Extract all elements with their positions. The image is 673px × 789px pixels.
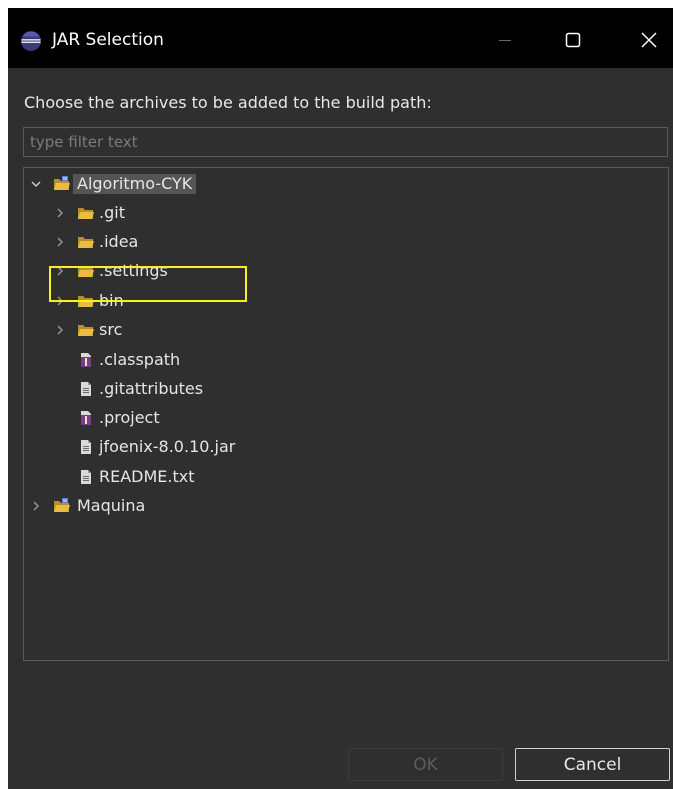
tree-node-maquina[interactable]: Maquina xyxy=(24,493,664,519)
xml-file-icon xyxy=(77,352,95,368)
file-tree[interactable]: Algoritmo-CYK .git .idea .settings bin s… xyxy=(23,167,669,661)
project-folder-icon xyxy=(53,498,71,514)
folder-icon xyxy=(77,234,95,250)
close-button[interactable] xyxy=(626,18,672,62)
maximize-button[interactable] xyxy=(550,18,596,62)
folder-icon xyxy=(77,205,95,221)
tree-node-label: src xyxy=(99,320,123,339)
jar-selection-dialog: JAR Selection Choose the archives to be … xyxy=(8,8,673,789)
chevron-down-icon[interactable] xyxy=(30,178,42,190)
close-icon xyxy=(641,32,657,48)
highlight-box xyxy=(49,266,247,302)
minimize-icon xyxy=(499,40,511,41)
tree-node-readme[interactable]: README.txt xyxy=(24,464,664,490)
instruction-label: Choose the archives to be added to the b… xyxy=(24,93,432,112)
tree-node-label: .idea xyxy=(99,232,139,251)
minimize-button[interactable] xyxy=(482,18,528,62)
ok-button[interactable]: OK xyxy=(348,748,503,781)
title-bar: JAR Selection xyxy=(8,8,673,68)
maximize-icon xyxy=(565,32,581,48)
folder-icon xyxy=(77,322,95,338)
filter-input[interactable] xyxy=(23,127,668,157)
tree-node-gitattributes[interactable]: .gitattributes xyxy=(24,376,664,402)
tree-node-jfoenix-jar[interactable]: jfoenix-8.0.10.jar xyxy=(24,434,664,460)
file-icon xyxy=(77,469,95,485)
xml-file-icon xyxy=(77,410,95,426)
tree-node-git[interactable]: .git xyxy=(24,200,664,226)
project-folder-icon xyxy=(53,176,71,192)
tree-node-label: .project xyxy=(99,408,160,427)
tree-node-src[interactable]: src xyxy=(24,317,664,343)
chevron-right-icon[interactable] xyxy=(54,324,66,336)
tree-node-classpath[interactable]: .classpath xyxy=(24,347,664,373)
tree-node-project[interactable]: .project xyxy=(24,405,664,431)
cancel-button[interactable]: Cancel xyxy=(515,748,670,781)
tree-node-label: .classpath xyxy=(99,350,181,369)
tree-node-idea[interactable]: .idea xyxy=(24,229,664,255)
tree-node-label: Algoritmo-CYK xyxy=(73,174,197,194)
tree-node-label: jfoenix-8.0.10.jar xyxy=(99,437,236,456)
eclipse-logo-icon xyxy=(21,31,41,51)
file-icon xyxy=(77,439,95,455)
file-icon xyxy=(77,381,95,397)
tree-node-label: .git xyxy=(99,203,125,222)
tree-node-algoritmo-cyk[interactable]: Algoritmo-CYK xyxy=(24,171,664,197)
window-title: JAR Selection xyxy=(52,30,164,50)
chevron-right-icon[interactable] xyxy=(30,500,42,512)
chevron-right-icon[interactable] xyxy=(54,236,66,248)
tree-node-label: .gitattributes xyxy=(99,379,204,398)
chevron-right-icon[interactable] xyxy=(54,207,66,219)
tree-node-label: README.txt xyxy=(99,467,195,486)
tree-node-label: Maquina xyxy=(77,496,146,515)
